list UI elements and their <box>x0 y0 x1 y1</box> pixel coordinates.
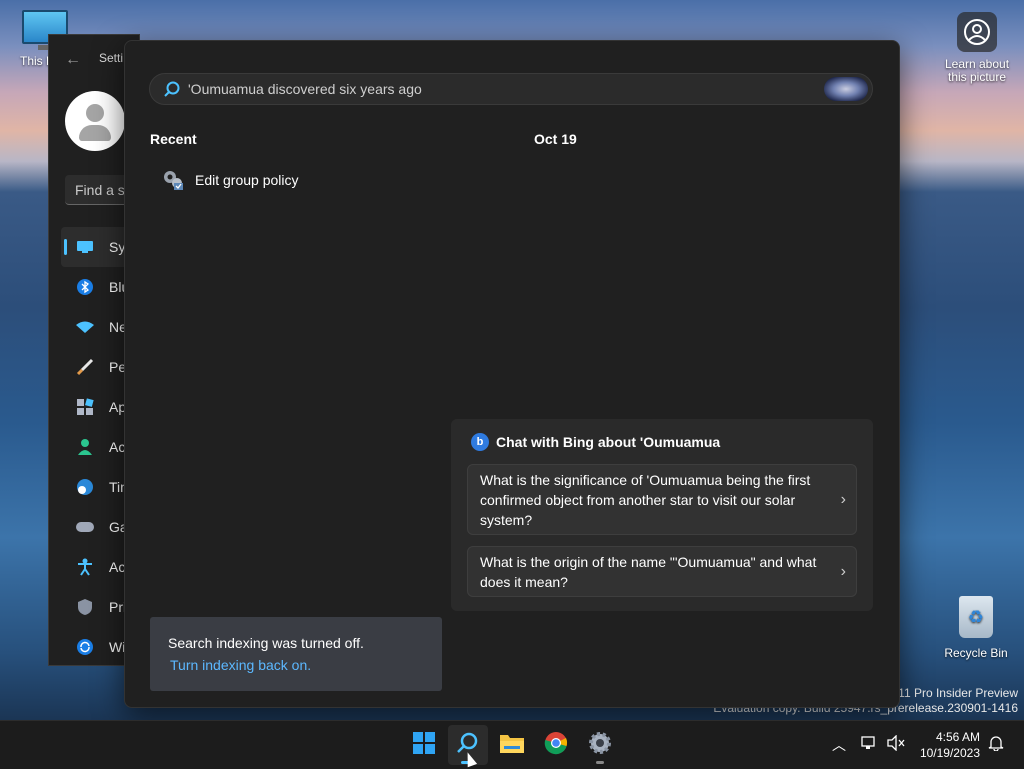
update-icon <box>75 637 95 657</box>
recent-item-edit-group-policy[interactable]: Edit group policy <box>161 165 299 195</box>
start-button[interactable] <box>404 725 444 765</box>
accessibility-icon <box>75 557 95 577</box>
group-policy-icon <box>161 168 185 192</box>
clock[interactable]: 4:56 AM 10/19/2023 <box>920 729 980 761</box>
wifi-icon <box>75 317 95 337</box>
clock-time: 4:56 AM <box>935 730 980 744</box>
chat-question-text: What is the significance of 'Oumuamua be… <box>480 472 811 528</box>
start-icon <box>412 731 436 760</box>
chat-question-text: What is the origin of the name "'Oumuamu… <box>480 554 817 590</box>
shield-icon <box>75 597 95 617</box>
camera-icon <box>957 12 997 52</box>
chevron-up-icon[interactable]: ︿ <box>832 735 846 755</box>
recycle-bin-icon: ♻ <box>959 596 993 638</box>
chevron-right-icon: › <box>840 562 846 580</box>
search-highlight-image[interactable] <box>824 77 868 101</box>
learn-about-picture-label: Learn about this picture <box>944 57 1010 84</box>
person-icon <box>75 437 95 457</box>
indexing-message: Search indexing was turned off. <box>168 635 364 651</box>
bing-icon: b <box>471 433 489 451</box>
indexing-notice: Search indexing was turned off. Turn ind… <box>150 617 442 691</box>
turn-indexing-on-link[interactable]: Turn indexing back on. <box>170 657 311 673</box>
settings-title: Setti <box>99 51 124 65</box>
chat-question-2[interactable]: What is the origin of the name "'Oumuamu… <box>467 546 857 597</box>
search-icon <box>164 81 180 97</box>
settings-app-button[interactable] <box>580 725 620 765</box>
avatar-head <box>86 104 104 122</box>
chat-heading: b Chat with Bing about 'Oumuamua <box>471 433 720 451</box>
apps-icon <box>75 397 95 417</box>
search-flyout: 'Oumuamua discovered six years ago Recen… <box>124 40 900 708</box>
avatar-body <box>79 125 111 141</box>
monitor-icon <box>75 237 95 257</box>
recent-item-label: Edit group policy <box>195 172 299 188</box>
search-box[interactable]: 'Oumuamua discovered six years ago <box>149 73 873 105</box>
notification-bell-icon[interactable] <box>988 735 1004 754</box>
recycle-bin-desktop-icon[interactable]: ♻ Recycle Bin <box>940 596 1012 660</box>
date-heading: Oct 19 <box>534 131 577 147</box>
bluetooth-icon <box>75 277 95 297</box>
recycle-bin-label: Recycle Bin <box>944 646 1008 660</box>
chat-heading-label: Chat with Bing about 'Oumuamua <box>496 434 721 450</box>
clock-globe-icon <box>75 477 95 497</box>
bing-chat-card: b Chat with Bing about 'Oumuamua What is… <box>451 419 873 611</box>
chrome-icon <box>544 731 568 760</box>
learn-about-picture-icon[interactable]: Learn about this picture <box>940 12 1014 84</box>
file-explorer-button[interactable] <box>492 725 532 765</box>
brush-icon <box>75 357 95 377</box>
back-arrow-icon[interactable]: ← <box>65 51 81 69</box>
volume-muted-icon[interactable] <box>887 734 905 754</box>
running-indicator <box>596 761 604 764</box>
sidebar-item-label: Wi <box>109 639 126 655</box>
search-input[interactable]: 'Oumuamua discovered six years ago <box>188 81 422 97</box>
settings-icon <box>588 731 612 760</box>
taskbar: ︿ 4:56 AM 10/19/2023 <box>0 720 1024 769</box>
file-explorer-icon <box>499 732 525 759</box>
avatar[interactable] <box>65 91 125 151</box>
chrome-button[interactable] <box>536 725 576 765</box>
gamepad-icon <box>75 517 95 537</box>
network-icon[interactable] <box>861 735 877 754</box>
chat-question-1[interactable]: What is the significance of 'Oumuamua be… <box>467 464 857 535</box>
recent-heading: Recent <box>150 131 197 147</box>
clock-date: 10/19/2023 <box>919 746 980 760</box>
chevron-right-icon: › <box>840 490 846 508</box>
